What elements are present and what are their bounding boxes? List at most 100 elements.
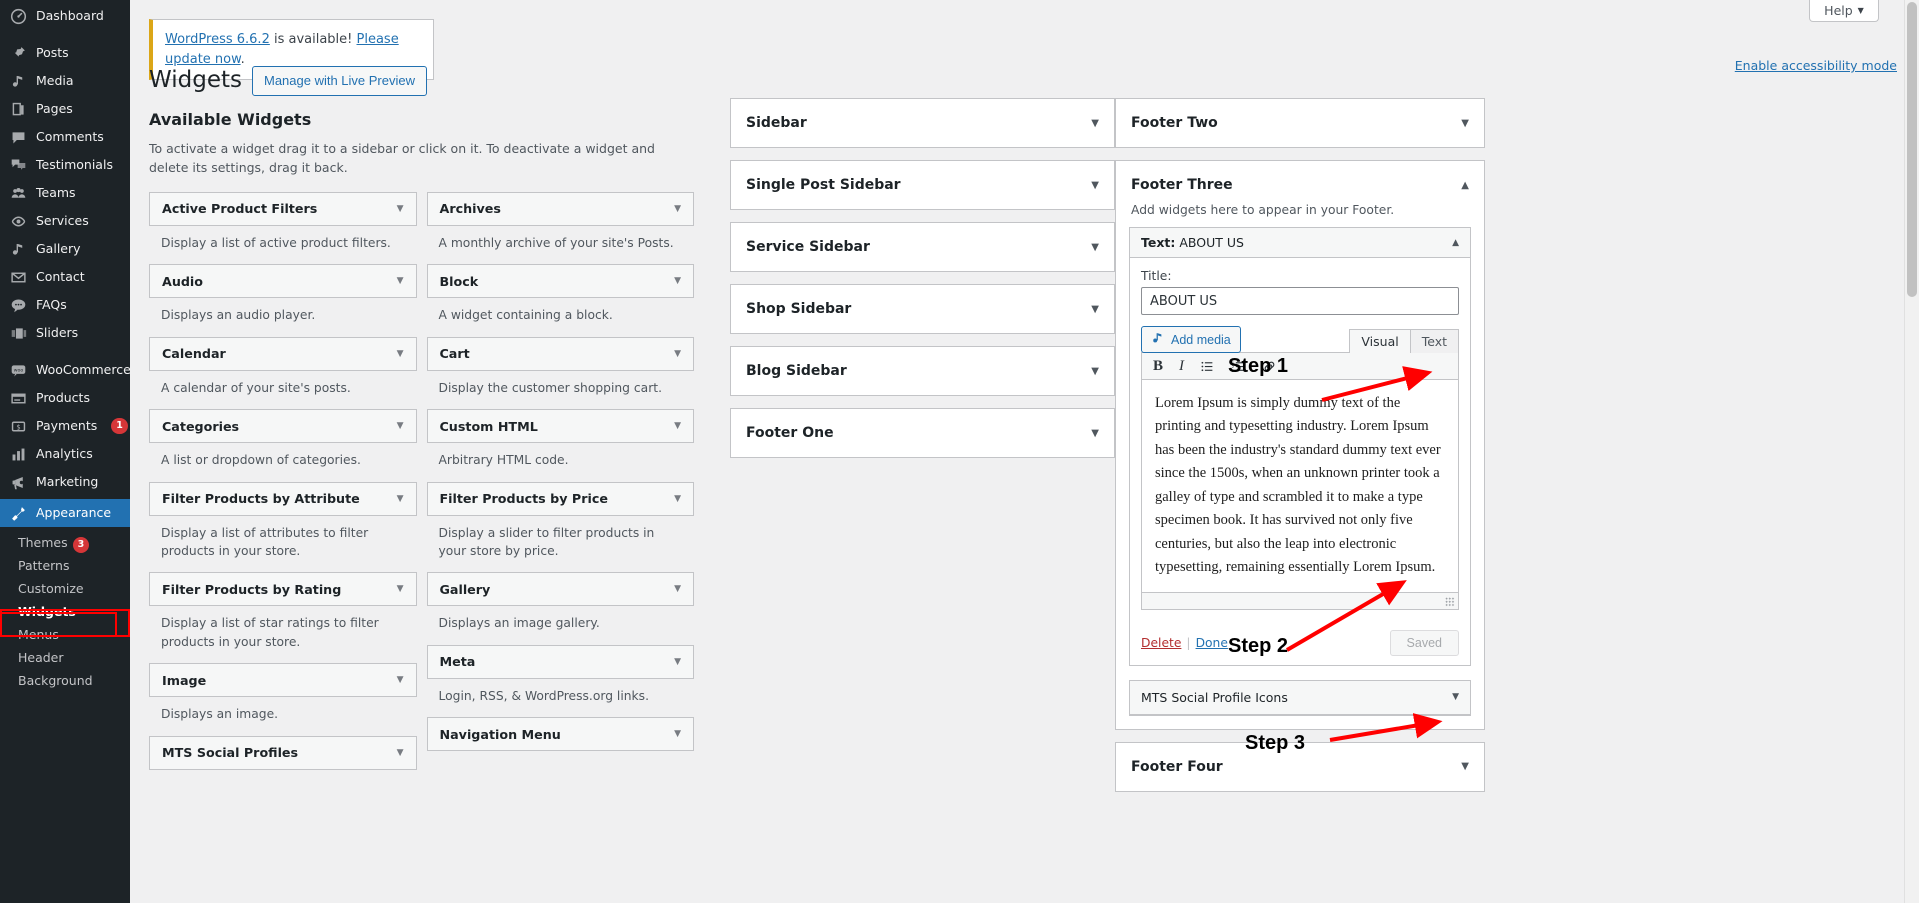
- text-widget-header-text: Text: ABOUT US: [1141, 235, 1244, 250]
- widget-meta[interactable]: Meta ▼: [426, 644, 694, 679]
- widget-filter-products-by-attribute[interactable]: Filter Products by Attribute ▼: [149, 481, 417, 516]
- done-link[interactable]: Done: [1196, 636, 1228, 650]
- wordpress-version-link[interactable]: WordPress 6.6.2: [165, 32, 270, 47]
- available-widgets-column: Available Widgets To activate a widget d…: [149, 110, 694, 772]
- sidebar-panel-header[interactable]: Service Sidebar ▼: [731, 223, 1114, 271]
- tab-text[interactable]: Text: [1410, 329, 1459, 353]
- sidebar-item-comments[interactable]: Comments: [0, 123, 130, 151]
- faqs-icon: [9, 296, 27, 314]
- sidebar-item-pages[interactable]: Pages: [0, 95, 130, 123]
- sidebar-panel-title: Single Post Sidebar: [746, 177, 901, 193]
- widget-cell: Image ▼ Displays an image.: [149, 663, 417, 733]
- sidebar-item-products[interactable]: Products: [0, 384, 130, 412]
- widget-audio[interactable]: Audio ▼: [149, 264, 417, 299]
- italic-icon[interactable]: I: [1179, 358, 1184, 375]
- svg-text:woo: woo: [13, 368, 23, 373]
- media-icon: [1151, 331, 1165, 348]
- sidebar-item-testimonials[interactable]: Testimonials: [0, 151, 130, 179]
- sidebar-item-contact[interactable]: Contact: [0, 263, 130, 291]
- page-header: Widgets Manage with Live Preview: [149, 66, 428, 97]
- sidebar-item-media[interactable]: Media: [0, 67, 130, 95]
- sidebar-panel-header[interactable]: Shop Sidebar ▼: [731, 285, 1114, 333]
- add-media-button[interactable]: Add media: [1141, 326, 1241, 353]
- widget-categories[interactable]: Categories ▼: [149, 409, 417, 444]
- chevron-down-icon: ▼: [674, 276, 681, 287]
- chevron-down-icon: ▼: [396, 584, 404, 595]
- chevron-down-icon: ▼: [396, 276, 404, 287]
- sidebar-panel-header[interactable]: Blog Sidebar ▼: [731, 347, 1114, 395]
- testimonials-icon: [9, 156, 27, 174]
- resize-handle-icon[interactable]: [1445, 596, 1455, 607]
- sidebar-item-marketing[interactable]: Marketing: [0, 468, 130, 496]
- sidebar-item-teams[interactable]: Teams: [0, 179, 130, 207]
- footer-panel-header[interactable]: Footer Two ▼: [1116, 99, 1484, 147]
- sidebar-panel-header[interactable]: Footer One ▼: [731, 409, 1114, 457]
- sidebar-item-woocommerce[interactable]: woo WooCommerce: [0, 356, 131, 384]
- sidebar-panel-header[interactable]: Single Post Sidebar ▼: [731, 161, 1114, 209]
- scrollbar-thumb[interactable]: [1907, 2, 1917, 297]
- widget-block[interactable]: Block ▼: [426, 264, 694, 299]
- sliders-icon: [9, 324, 27, 342]
- sidebar-item-dashboard[interactable]: Dashboard: [0, 2, 130, 30]
- widget-filter-products-by-rating[interactable]: Filter Products by Rating ▼: [149, 572, 417, 607]
- widget-navigation-menu[interactable]: Navigation Menu ▼: [426, 717, 694, 752]
- bold-icon[interactable]: B: [1153, 358, 1163, 375]
- widget-description: Login, RSS, & WordPress.org links.: [438, 688, 649, 703]
- widget-filter-products-by-price[interactable]: Filter Products by Price ▼: [426, 481, 694, 516]
- widget-active-product-filters[interactable]: Active Product Filters ▼: [149, 191, 417, 226]
- bulleted-list-icon[interactable]: [1200, 359, 1215, 374]
- submenu-item-header[interactable]: Header: [0, 646, 130, 669]
- delete-link[interactable]: Delete: [1141, 636, 1181, 650]
- text-widget-footer: Delete | Done Saved: [1130, 620, 1470, 665]
- enable-accessibility-mode-link[interactable]: Enable accessibility mode: [1735, 58, 1897, 73]
- widget-image[interactable]: Image ▼: [149, 663, 417, 698]
- add-media-label: Add media: [1171, 332, 1231, 347]
- sidebar-panel-title: Blog Sidebar: [746, 363, 847, 379]
- page-scrollbar[interactable]: [1904, 0, 1919, 903]
- widget-calendar[interactable]: Calendar ▼: [149, 336, 417, 371]
- submenu-item-patterns[interactable]: Patterns: [0, 554, 130, 577]
- widget-cart[interactable]: Cart ▼: [426, 336, 694, 371]
- editor-content[interactable]: Lorem Ipsum is simply dummy text of the …: [1141, 380, 1459, 593]
- chevron-down-icon: ▼: [674, 348, 681, 359]
- analytics-icon: [9, 445, 27, 463]
- footer-panel-header[interactable]: Footer Three ▲: [1116, 161, 1484, 209]
- sidebar-item-faqs[interactable]: FAQs: [0, 291, 130, 319]
- sidebar-panel-header[interactable]: Sidebar ▼: [731, 99, 1114, 147]
- sidebar-item-analytics[interactable]: Analytics: [0, 440, 130, 468]
- text-widget-title-label: ABOUT US: [1179, 235, 1244, 250]
- submenu-item-themes[interactable]: Themes 3: [0, 531, 130, 554]
- submenu-item-widgets[interactable]: Widgets: [0, 600, 130, 623]
- chevron-down-icon: ▼: [396, 421, 404, 432]
- collapsed-widget-header[interactable]: MTS Social Profile Icons ▼: [1130, 680, 1470, 715]
- main-content: Help ▼ WordPress 6.6.2 is available! Ple…: [130, 0, 1919, 903]
- sidebar-item-sliders[interactable]: Sliders: [0, 319, 130, 347]
- submenu-item-customize[interactable]: Customize: [0, 577, 130, 600]
- sidebar-item-label: Teams: [36, 185, 76, 200]
- sidebar-item-label: Testimonials: [36, 157, 113, 172]
- sidebar-panel-title: Service Sidebar: [746, 239, 870, 255]
- submenu-item-background[interactable]: Background: [0, 669, 130, 692]
- widget-column-left: Active Product Filters ▼ Display a list …: [149, 191, 417, 772]
- sidebar-item-label: Analytics: [36, 446, 93, 461]
- widget-custom-html[interactable]: Custom HTML ▼: [426, 409, 694, 444]
- sidebar-item-services[interactable]: Services: [0, 207, 130, 235]
- sidebar-panel-footer-one: Footer One ▼: [730, 408, 1115, 458]
- manage-with-live-preview-button[interactable]: Manage with Live Preview: [251, 66, 428, 97]
- payments-icon: $: [9, 417, 27, 435]
- sidebar-item-gallery[interactable]: Gallery: [0, 235, 130, 263]
- sidebar-item-label: FAQs: [36, 297, 67, 312]
- title-input[interactable]: [1141, 287, 1459, 315]
- widget-gallery[interactable]: Gallery ▼: [426, 572, 694, 607]
- widget-mts-social-profiles[interactable]: MTS Social Profiles ▼: [149, 735, 417, 770]
- submenu-item-menus[interactable]: Menus: [0, 623, 130, 646]
- sidebar-item-payments[interactable]: $ Payments 1: [0, 412, 130, 440]
- help-button[interactable]: Help ▼: [1809, 0, 1879, 22]
- widget-name: Navigation Menu: [439, 726, 561, 742]
- sidebar-item-posts[interactable]: Posts: [0, 39, 130, 67]
- tab-visual[interactable]: Visual: [1349, 329, 1411, 353]
- sidebar-item-appearance[interactable]: Appearance: [0, 499, 130, 527]
- widget-cell: MTS Social Profiles ▼: [149, 735, 417, 770]
- text-widget-header[interactable]: Text: ABOUT US ▲: [1130, 228, 1470, 258]
- widget-archives[interactable]: Archives ▼: [426, 191, 694, 226]
